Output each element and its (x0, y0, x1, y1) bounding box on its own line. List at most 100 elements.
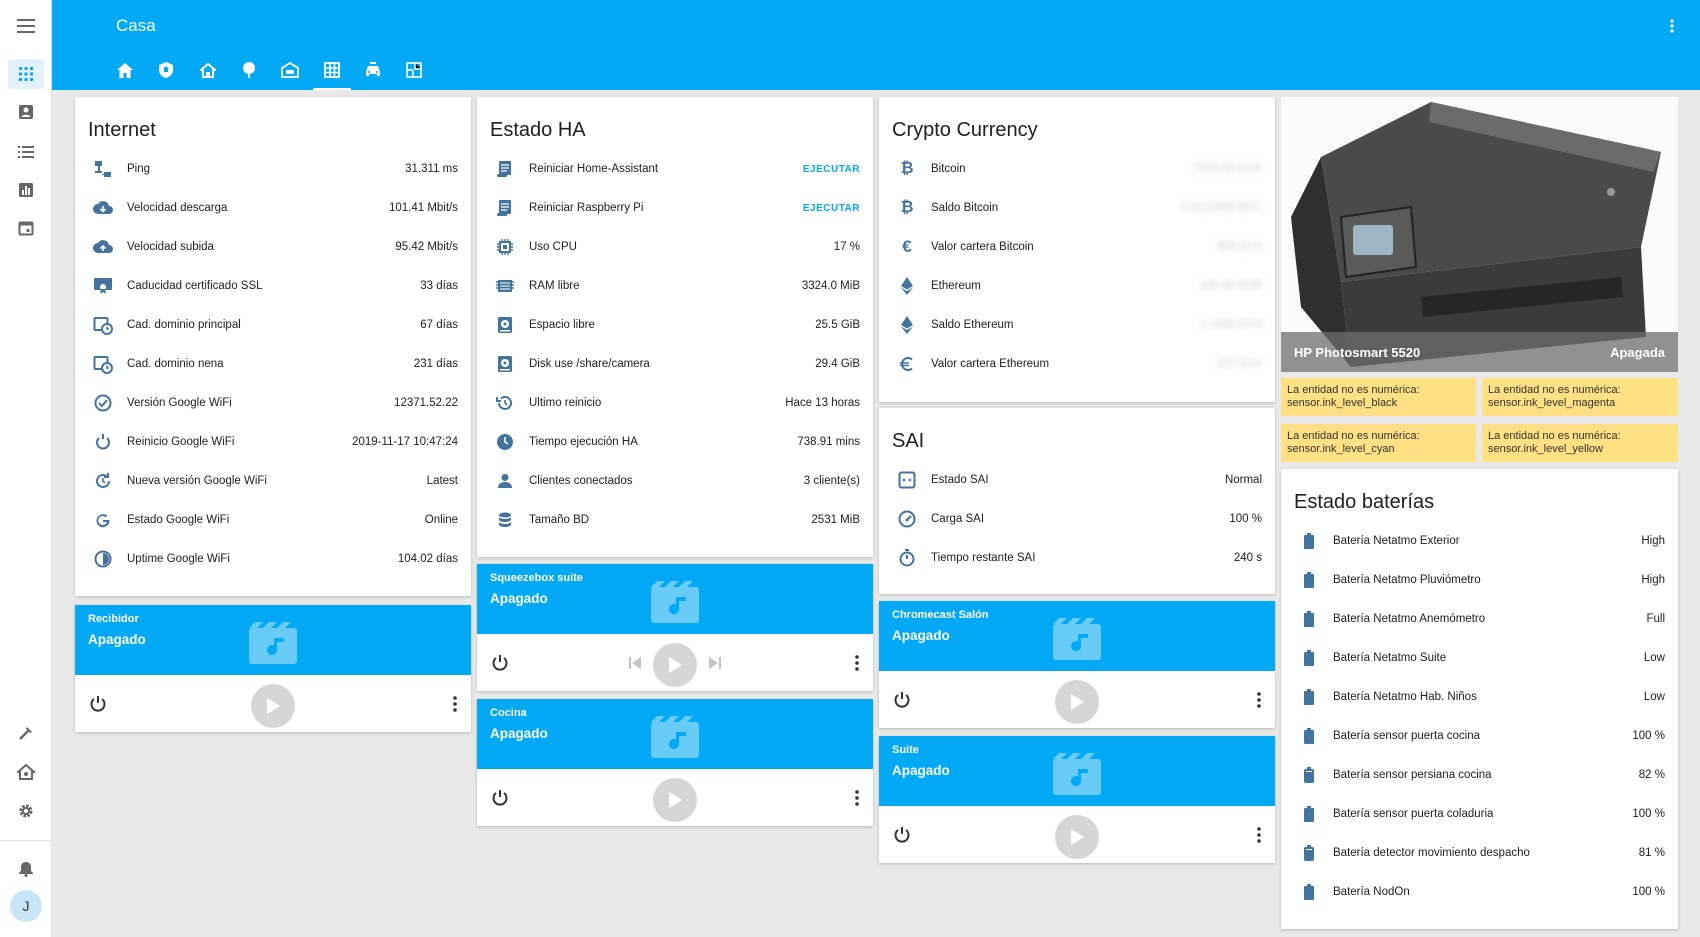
sensor-row-sai-runtime[interactable]: Tiempo restante SAI 240 s (879, 540, 1275, 576)
cloud-download-icon (93, 201, 113, 214)
sensor-row-clients[interactable]: Clientes conectados 3 cliente(s) (477, 463, 873, 499)
battery-icon (1304, 533, 1314, 549)
play-button[interactable] (1055, 680, 1099, 724)
sensor-row-upload[interactable]: Velocidad subida 95.42 Mbit/s (75, 229, 471, 265)
ink-warning-black: La entidad no es numérica: sensor.ink_lev… (1281, 378, 1476, 416)
battery-row[interactable]: Batería Netatmo Suite Low (1281, 640, 1678, 676)
sensor-row-wifi-state[interactable]: Estado Google WiFi Online (75, 502, 471, 538)
supervisor-icon[interactable] (8, 757, 44, 787)
clock-icon (497, 434, 513, 450)
timer-icon (899, 549, 915, 567)
sensor-row-ssl[interactable]: Caducidad certificado SSL 33 días (75, 268, 471, 304)
script-icon (497, 200, 511, 216)
developer-tools-icon[interactable] (8, 718, 44, 748)
battery-row[interactable]: Batería sensor puerta cocina 100 % (1281, 718, 1678, 754)
battery-row[interactable]: Batería NodOn 100 % (1281, 874, 1678, 910)
power-icon[interactable] (491, 789, 509, 807)
calendar-icon[interactable] (8, 213, 44, 243)
sensor-row-ethereum-balance[interactable]: Saldo Ethereum 1.2345 ETH (879, 307, 1275, 343)
more-vert-icon[interactable] (1658, 14, 1686, 38)
more-vert-icon[interactable] (453, 696, 457, 712)
ups-icon (898, 471, 916, 489)
script-row-restart-pi[interactable]: Reiniciar Raspberry Pi EJECUTAR (477, 190, 873, 226)
overview-icon[interactable] (8, 59, 44, 89)
skip-previous-icon[interactable] (629, 657, 641, 669)
battery-row[interactable]: Batería Netatmo Exterior High (1281, 523, 1678, 559)
media-player-cocina: Cocina Apagado (477, 699, 873, 826)
sensor-row-wifi-uptime[interactable]: Uptime Google WiFi 104.02 días (75, 541, 471, 577)
more-vert-icon[interactable] (1257, 692, 1261, 708)
settings-icon[interactable] (8, 796, 44, 826)
sensor-row-bitcoin-wallet[interactable]: € Valor cartera Bitcoin 999.22 € (879, 229, 1275, 265)
power-icon[interactable] (491, 654, 509, 672)
battery-icon (1304, 806, 1314, 822)
play-icon (669, 657, 682, 673)
printer-name: HP Photosmart 5520 (1294, 344, 1421, 360)
play-icon (669, 792, 682, 808)
sensor-row-domain-nena[interactable]: Cad. dominio nena 231 días (75, 346, 471, 382)
tab-house[interactable] (188, 52, 228, 88)
sensor-row-ram[interactable]: RAM libre 3324.0 MiB (477, 268, 873, 304)
sensor-row-cpu[interactable]: Uso CPU 17 % (477, 229, 873, 265)
more-vert-icon[interactable] (855, 790, 859, 806)
media-player-recibidor: Recibidor Apagado (75, 605, 471, 732)
play-button[interactable] (653, 778, 697, 822)
play-button[interactable] (653, 643, 697, 687)
battery-row[interactable]: Batería sensor puerta coladuria 100 % (1281, 796, 1678, 832)
more-vert-icon[interactable] (855, 655, 859, 671)
calendar-clock-icon (93, 356, 113, 374)
certificate-icon (94, 278, 112, 294)
map-icon[interactable] (8, 97, 44, 127)
sensor-row-disk-camera[interactable]: Disk use /share/camera 29.4 GiB (477, 346, 873, 382)
ink-warning-cyan: La entidad no es numérica: sensor.ink_lev… (1281, 424, 1476, 462)
sensor-row-last-boot[interactable]: Último reinicio Hace 13 horas (477, 385, 873, 421)
battery-row[interactable]: Batería sensor persiana cocina 82 % (1281, 757, 1678, 793)
sensor-row-wifi-new-version[interactable]: Nueva versión Google WiFi Latest (75, 463, 471, 499)
tab-car[interactable] (353, 52, 393, 88)
sensor-row-bitcoin[interactable]: ₿ Bitcoin 7550.50 EUR (879, 151, 1275, 187)
card-title: Estado HA (490, 119, 586, 141)
power-icon[interactable] (893, 826, 911, 844)
sensor-row-download[interactable]: Velocidad descarga 101.41 Mbit/s (75, 190, 471, 226)
sensor-row-domain-main[interactable]: Cad. dominio principal 67 días (75, 307, 471, 343)
sensor-row-wifi-restart[interactable]: Reinicio Google WiFi 2019-11-17 10:47:24 (75, 424, 471, 460)
sensor-row-uptime[interactable]: Tiempo ejecución HA 738.91 mins (477, 424, 873, 460)
sensor-row-ping[interactable]: Ping 31.311 ms (75, 151, 471, 187)
execute-button[interactable]: EJECUTAR (803, 203, 873, 214)
media-state: Apagado (490, 591, 548, 606)
more-vert-icon[interactable] (1257, 827, 1261, 843)
battery-row[interactable]: Batería Netatmo Hab. Niños Low (1281, 679, 1678, 715)
power-icon[interactable] (893, 691, 911, 709)
sensor-row-disk-free[interactable]: Espacio libre 25.5 GiB (477, 307, 873, 343)
skip-next-icon[interactable] (709, 657, 721, 669)
sensor-row-ethereum-wallet[interactable]: Valor cartera Ethereum 222.33 € (879, 346, 1275, 382)
battery-row[interactable]: Batería Netatmo Pluviómetro High (1281, 562, 1678, 598)
power-icon[interactable] (89, 695, 107, 713)
avatar[interactable]: J (10, 890, 42, 922)
play-button[interactable] (1055, 815, 1099, 859)
sensor-row-wifi-version[interactable]: Versión Google WiFi 12371.52.22 (75, 385, 471, 421)
printer-card[interactable]: HP Photosmart 5520 Apagada (1281, 97, 1678, 372)
sensor-row-sai-state[interactable]: Estado SAI Normal (879, 462, 1275, 498)
sensor-row-ethereum[interactable]: Ethereum 160.50 EUR (879, 268, 1275, 304)
battery-icon (1304, 689, 1314, 705)
sensor-row-db-size[interactable]: Tamaño BD 2531 MiB (477, 502, 873, 538)
sensor-row-bitcoin-balance[interactable]: ₿ Saldo Bitcoin 0.0123456 BTC (879, 190, 1275, 226)
menu-icon[interactable] (8, 11, 44, 41)
play-button[interactable] (251, 684, 295, 728)
execute-button[interactable]: EJECUTAR (803, 164, 873, 175)
tab-security[interactable] (146, 52, 186, 88)
logbook-icon[interactable] (8, 137, 44, 167)
battery-row[interactable]: Batería detector movimiento despacho 81 % (1281, 835, 1678, 871)
history-icon[interactable] (8, 175, 44, 205)
tab-grid[interactable] (312, 52, 352, 90)
battery-row[interactable]: Batería Netatmo Anemómetro Full (1281, 601, 1678, 637)
tab-garden[interactable] (229, 52, 269, 88)
house-outline-icon (200, 62, 216, 78)
tab-garage[interactable] (270, 52, 310, 88)
sensor-row-sai-load[interactable]: Carga SAI 100 % (879, 501, 1275, 537)
tab-floorplan[interactable] (394, 52, 434, 88)
script-row-restart-ha[interactable]: Reiniciar Home-Assistant EJECUTAR (477, 151, 873, 187)
tab-home[interactable] (105, 52, 145, 88)
notifications-icon[interactable] (8, 854, 44, 884)
